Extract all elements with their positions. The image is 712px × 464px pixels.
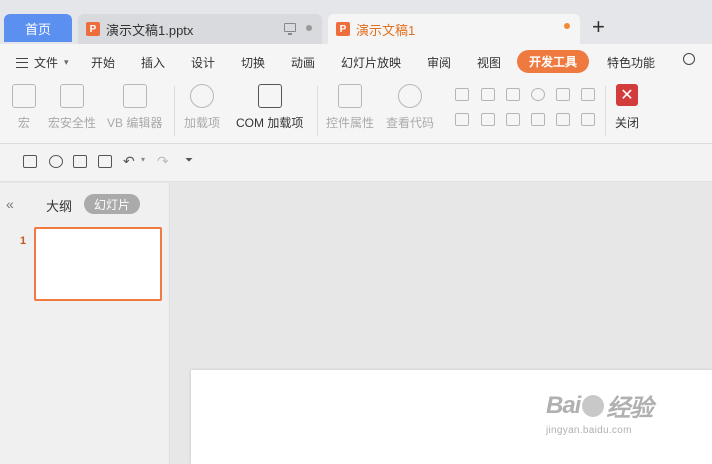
menu-file-label: 文件 <box>34 56 59 70</box>
monitor-icon[interactable] <box>284 23 296 35</box>
new-tab-button[interactable]: + <box>592 16 605 38</box>
presentation-icon: P <box>336 22 350 36</box>
ribbon-divider <box>605 86 606 136</box>
slide-number: 1 <box>20 235 27 247</box>
ribbon-developer: 宏 宏安全性 VB 编辑器 加载项 COM 加载项 控件属性 查看代码 ✕ 关闭 <box>0 78 712 144</box>
tab-home[interactable]: 首页 <box>4 14 72 42</box>
menu-start[interactable]: 开始 <box>91 54 115 71</box>
watermark-text-right: 经验 <box>606 395 653 422</box>
menu-bar: 文件 ▾ 开始 插入 设计 切换 动画 幻灯片放映 审阅 视图 开发工具 特色功… <box>0 44 712 78</box>
addins-label: 加载项 <box>184 116 221 130</box>
vb-editor-label: VB 编辑器 <box>107 116 163 130</box>
tab-document-active-label: 演示文稿1 <box>356 22 416 38</box>
redo-icon[interactable]: ↷ <box>157 153 169 170</box>
unsaved-indicator <box>564 23 570 29</box>
menu-developer-tools[interactable]: 开发工具 <box>517 50 590 73</box>
macro-button[interactable]: 宏 <box>12 84 36 131</box>
menu-transitions[interactable]: 切换 <box>241 54 265 71</box>
command-button-control-icon[interactable] <box>506 88 520 101</box>
com-addins-icon <box>257 84 282 108</box>
collapse-panel-icon[interactable]: « <box>6 196 14 212</box>
toggle-button-control-icon[interactable] <box>455 113 469 126</box>
option-button-control-icon[interactable] <box>531 88 545 101</box>
print-icon[interactable] <box>73 155 87 168</box>
search-icon[interactable] <box>683 53 695 65</box>
macro-icon <box>12 84 36 108</box>
vb-editor-button[interactable]: VB 编辑器 <box>107 84 162 131</box>
gear-icon <box>190 84 214 108</box>
image-control-icon[interactable] <box>556 113 570 126</box>
label-control-icon[interactable] <box>531 113 545 126</box>
save-icon[interactable] <box>23 155 37 168</box>
menu-design[interactable]: 设计 <box>191 54 215 71</box>
spin-button-control-icon[interactable] <box>481 113 495 126</box>
slide-thumbnail[interactable] <box>34 227 162 301</box>
tab-home-label: 首页 <box>24 21 51 37</box>
addins-button[interactable]: 加载项 <box>184 84 220 131</box>
tab-document-pptx-label: 演示文稿1.pptx <box>106 22 194 38</box>
view-code-icon <box>398 84 422 108</box>
tab-slides[interactable]: 幻灯片 <box>84 194 140 214</box>
macro-security-icon <box>60 84 84 108</box>
chevron-down-icon[interactable]: ▾ <box>141 155 145 164</box>
tab-status-dot <box>306 24 312 31</box>
menu-animation[interactable]: 动画 <box>291 54 315 71</box>
menu-special-features[interactable]: 特色功能 <box>607 54 655 71</box>
format-painter-icon[interactable] <box>49 155 63 168</box>
com-addins-button[interactable]: COM 加载项 <box>236 84 303 131</box>
tab-document-active[interactable]: P 演示文稿1 <box>328 14 580 44</box>
close-label: 关闭 <box>615 116 640 130</box>
chevron-down-icon: ▾ <box>64 57 69 67</box>
close-icon: ✕ <box>616 84 638 106</box>
control-properties-icon <box>338 84 362 108</box>
view-code-label: 查看代码 <box>386 116 435 130</box>
menu-review[interactable]: 审阅 <box>427 54 451 71</box>
listbox-control-icon[interactable] <box>556 88 570 101</box>
close-developer-button[interactable]: ✕ 关闭 <box>615 84 639 131</box>
hamburger-icon <box>16 57 28 68</box>
presentation-icon: P <box>86 22 100 36</box>
ribbon-divider <box>174 86 175 136</box>
customize-toolbar-icon[interactable]: ⏷ <box>185 155 193 166</box>
more-controls-icon[interactable] <box>581 113 595 126</box>
file-menu[interactable]: 文件 ▾ <box>16 54 69 71</box>
combobox-control-icon[interactable] <box>581 88 595 101</box>
vb-editor-icon <box>122 84 147 108</box>
menu-insert[interactable]: 插入 <box>141 54 165 71</box>
watermark-url: jingyan.baidu.com <box>546 425 632 436</box>
view-code-button[interactable]: 查看代码 <box>386 84 434 131</box>
control-properties-label: 控件属性 <box>326 116 375 130</box>
tab-outline[interactable]: 大纲 <box>46 196 72 215</box>
tab-document-pptx[interactable]: P 演示文稿1.pptx <box>78 14 322 44</box>
baidu-watermark: Bai 经验 jingyan.baidu.com <box>546 388 653 437</box>
macro-security-button[interactable]: 宏安全性 <box>48 84 96 131</box>
slide-panel <box>0 183 170 464</box>
undo-icon[interactable]: ↶ <box>123 153 135 170</box>
menu-view[interactable]: 视图 <box>477 54 501 71</box>
macro-label: 宏 <box>17 116 30 130</box>
ribbon-divider <box>317 86 318 136</box>
tab-bar: 首页 P 演示文稿1.pptx P 演示文稿1 + <box>0 0 712 44</box>
menu-slideshow[interactable]: 幻灯片放映 <box>341 54 401 71</box>
watermark-text-left: Bai <box>546 391 581 419</box>
macro-security-label: 宏安全性 <box>48 116 97 130</box>
checkbox-control-icon[interactable] <box>455 88 469 101</box>
print-preview-icon[interactable] <box>98 155 112 168</box>
paw-logo-icon <box>582 394 605 417</box>
control-properties-button[interactable]: 控件属性 <box>326 84 374 131</box>
com-addins-label: COM 加载项 <box>236 116 304 130</box>
scrollbar-control-icon[interactable] <box>506 113 520 126</box>
textbox-control-icon[interactable] <box>481 88 495 101</box>
